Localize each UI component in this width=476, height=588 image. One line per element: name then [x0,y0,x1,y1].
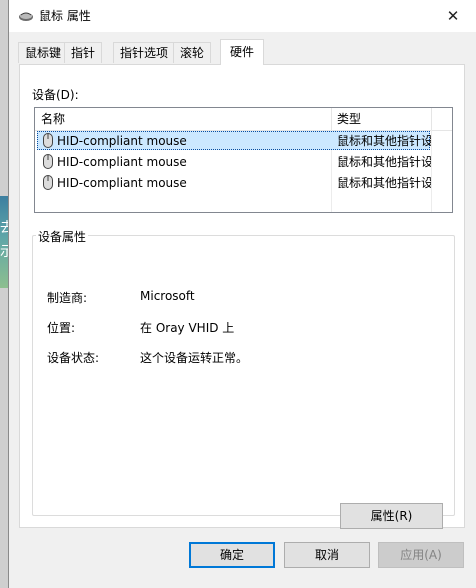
tab-label: 滚轮 [180,46,205,60]
group-title: 设备属性 [36,228,89,245]
column-divider[interactable] [431,108,432,130]
tab-label: 指针 [71,46,96,60]
mouse-device-icon [43,154,53,169]
window-title: 鼠标 属性 [39,9,91,23]
tab-pointers[interactable]: 指针 [64,42,103,63]
location-value: 在 Oray VHID 上 [140,321,235,335]
manufacturer-value: Microsoft [140,289,195,303]
cancel-button[interactable]: 取消 [284,542,370,568]
tab-label: 指针选项 [120,46,169,60]
device-name: HID-compliant mouse [57,155,187,169]
device-name: HID-compliant mouse [57,134,187,148]
title-bar[interactable]: 鼠标 属性 ✕ [9,0,476,32]
dialog-client: 鼠标键 指针 指针选项 滚轮 硬件 设备(D): 名称 类型 HID-compl… [9,32,476,588]
tab-pointer-options[interactable]: 指针选项 [113,42,176,63]
manufacturer-label: 制造商: [47,291,88,305]
list-item[interactable]: HID-compliant mouse 鼠标和其他指针设备 [35,152,452,173]
column-header-name[interactable]: 名称 [35,108,331,130]
mouse-device-icon [43,133,53,148]
status-label: 设备状态: [47,351,100,365]
device-properties-group [32,235,455,516]
location-label: 位置: [47,321,76,335]
device-type: 鼠标和其他指针设备 [337,176,431,190]
list-header: 名称 类型 [35,108,452,131]
list-item[interactable]: HID-compliant mouse 鼠标和其他指针设备 [35,173,452,194]
tab-wheel[interactable]: 滚轮 [173,42,212,63]
tab-panel-hardware: 设备(D): 名称 类型 HID-compliant mouse 鼠标和其他指针… [19,64,465,529]
properties-button[interactable]: 属性(R) [340,503,443,529]
device-list[interactable]: 名称 类型 HID-compliant mouse 鼠标和其他指针设备 [34,107,453,213]
list-item[interactable]: HID-compliant mouse 鼠标和其他指针设备 [35,131,452,152]
apply-button[interactable]: 应用(A) [378,542,464,568]
tab-label: 硬件 [230,45,255,59]
device-type: 鼠标和其他指针设备 [337,155,431,169]
ok-button[interactable]: 确定 [189,542,275,568]
close-icon: ✕ [446,6,460,25]
tab-label: 鼠标键 [25,46,62,60]
mouse-icon [19,12,33,21]
device-name: HID-compliant mouse [57,176,187,190]
mouse-properties-dialog: 鼠标 属性 ✕ 鼠标键 指针 指针选项 滚轮 硬件 设备(D): 名称 类型 H… [8,0,476,588]
column-header-type[interactable]: 类型 [331,108,431,130]
status-value: 这个设备运转正常。 [140,351,249,365]
close-button[interactable]: ✕ [430,0,476,31]
tab-hardware[interactable]: 硬件 [220,39,265,65]
devices-label: 设备(D): [32,88,79,102]
mouse-device-icon [43,175,53,190]
device-type: 鼠标和其他指针设备 [337,134,431,148]
tab-buttons[interactable]: 鼠标键 [18,42,69,63]
